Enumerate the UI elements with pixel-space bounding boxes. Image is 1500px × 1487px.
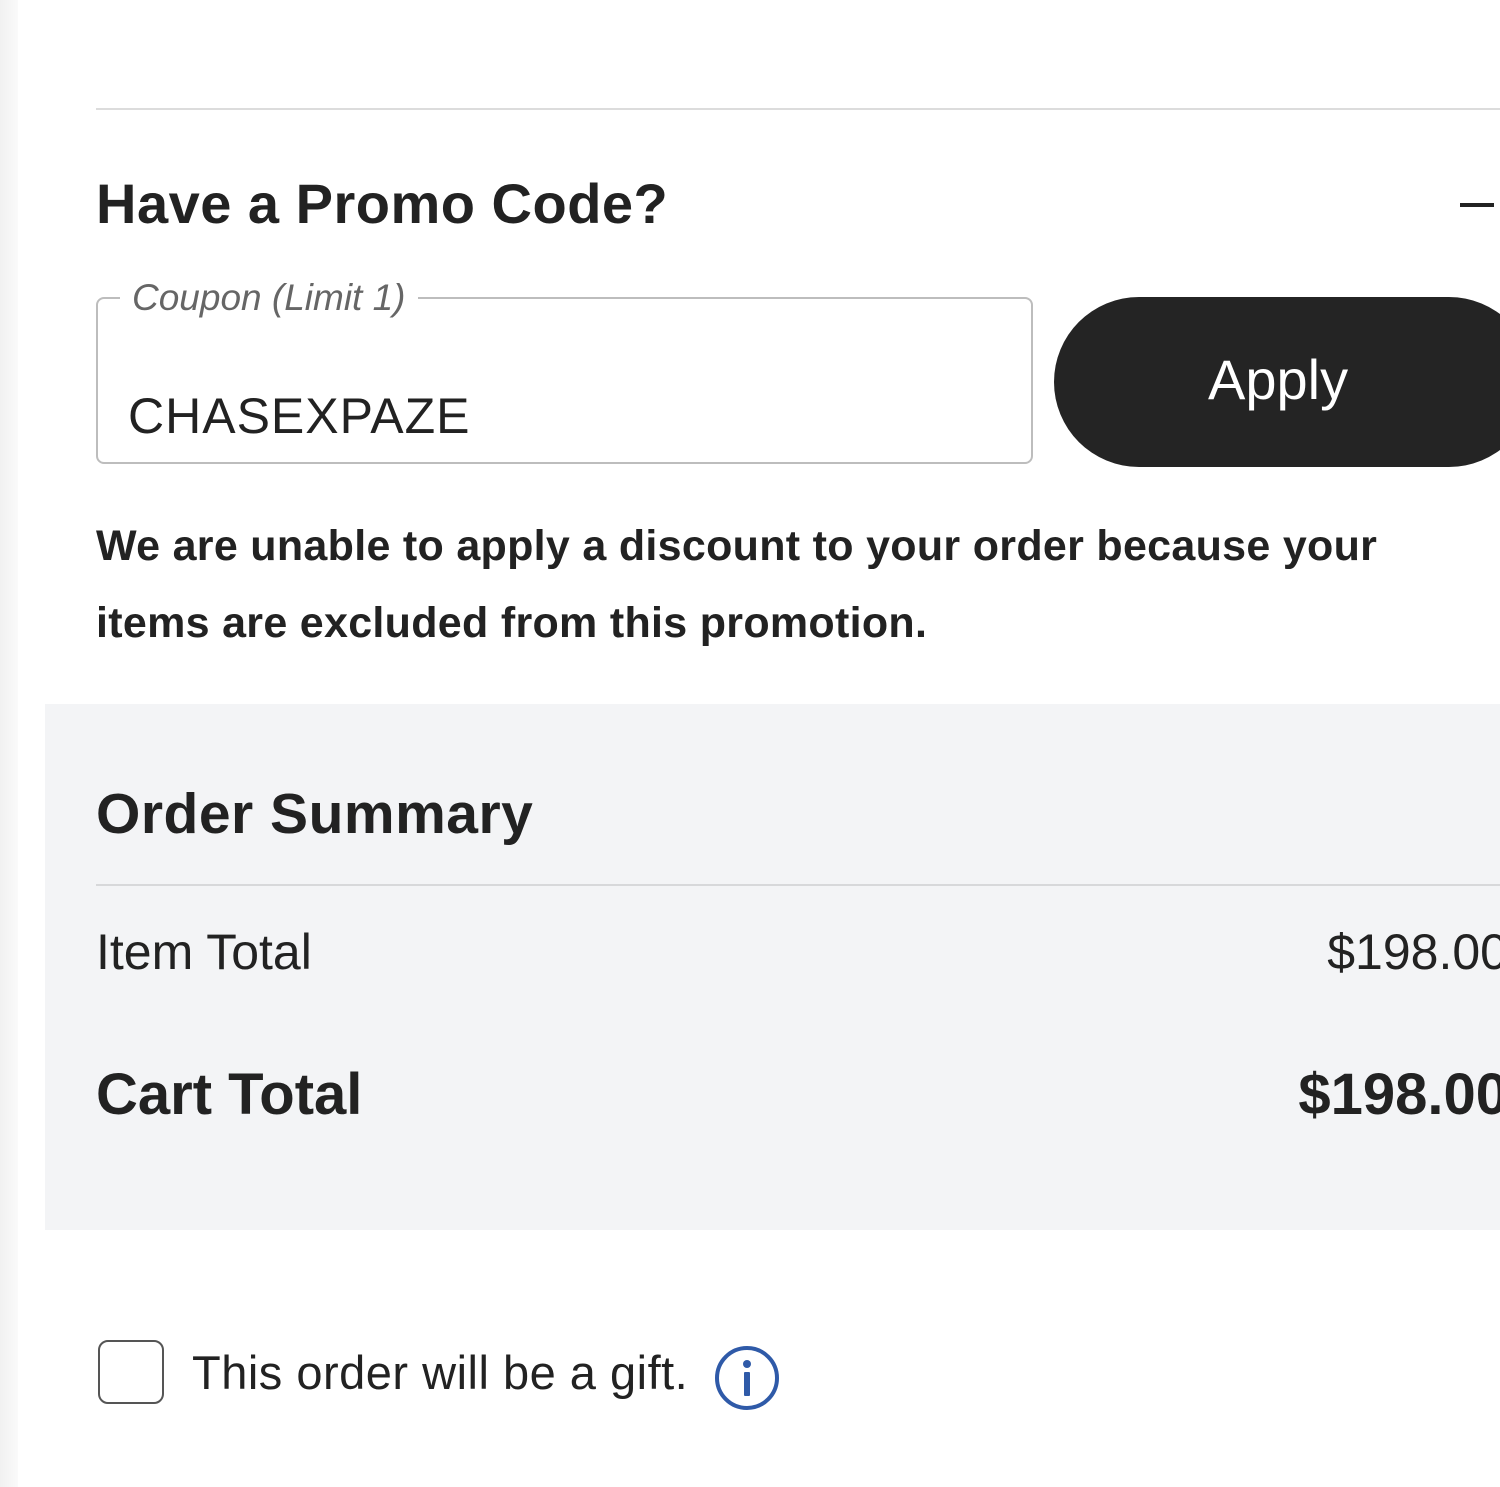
coupon-field: Coupon (Limit 1) (96, 277, 1033, 464)
order-summary-heading: Order Summary (96, 782, 534, 846)
gift-checkbox-label[interactable]: This order will be a gift. (192, 1340, 688, 1406)
apply-coupon-button[interactable]: Apply (1054, 297, 1500, 467)
promo-code-heading[interactable]: Have a Promo Code? (96, 168, 668, 240)
section-divider (96, 108, 1500, 110)
collapse-promo-button[interactable] (1446, 172, 1500, 236)
item-total-value: $198.00 (1327, 924, 1500, 980)
apply-button-label: Apply (1208, 348, 1349, 411)
summary-divider (96, 884, 1500, 886)
order-summary-panel: Order Summary Item Total $198.00 Cart To… (45, 704, 1500, 1230)
gift-checkbox[interactable] (98, 1340, 164, 1404)
coupon-input[interactable] (128, 368, 988, 464)
cart-total-label: Cart Total (96, 1062, 363, 1127)
coupon-field-label: Coupon (Limit 1) (132, 277, 406, 318)
item-total-label: Item Total (96, 924, 312, 980)
left-gutter (0, 0, 18, 1487)
minus-icon (1460, 203, 1494, 207)
promo-error-message: We are unable to apply a discount to you… (96, 522, 1378, 647)
cart-total-value: $198.00 (1298, 1062, 1500, 1127)
checkout-page: Have a Promo Code? Coupon (Limit 1) Appl… (0, 0, 1500, 1487)
info-icon[interactable] (714, 1345, 780, 1411)
